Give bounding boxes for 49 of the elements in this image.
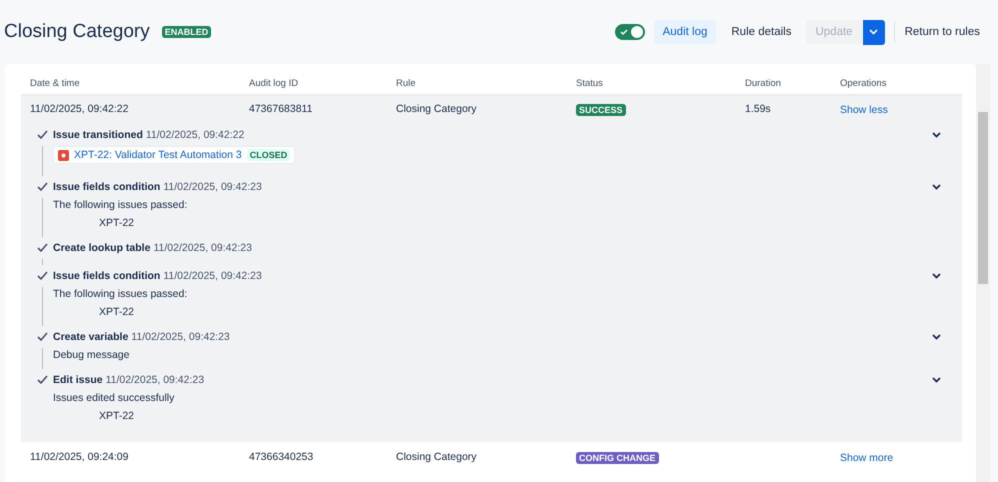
step-title: Issue fields condition	[53, 181, 160, 193]
step-title: Edit issue	[53, 374, 103, 386]
return-link[interactable]: Return to rules	[904, 26, 980, 38]
issue-key: XPT-22	[99, 216, 134, 231]
step-time: 11/02/2025, 09:42:23	[163, 270, 262, 282]
issue-key: XPT-22	[99, 305, 134, 320]
step-message: The following issues passed:	[53, 287, 188, 302]
column-header: Status	[576, 78, 604, 88]
column-header: Audit log ID	[249, 78, 300, 88]
issue-type-icon	[58, 150, 69, 160]
toggle-details-link[interactable]: Show less	[840, 104, 888, 116]
table-cell-text: Closing Category	[396, 103, 478, 115]
issue-link[interactable]: XPT-22: Validator Test Automation 3	[74, 149, 242, 161]
step-title: Issue transitioned	[53, 129, 143, 141]
table-cell-text: 47367683811	[249, 103, 314, 115]
rule-toggle[interactable]	[614, 24, 645, 40]
step-title: Create lookup table	[53, 242, 150, 254]
column-header: Duration	[745, 78, 782, 88]
step-message: The following issues passed:	[53, 198, 188, 213]
step-title: Issue fields condition	[53, 270, 160, 282]
step-time: 11/02/2025, 09:42:22	[146, 129, 244, 141]
table-cell-text: 47366340253	[249, 451, 314, 463]
step-time: 11/02/2025, 09:42:23	[153, 242, 252, 254]
step-time: 11/02/2025, 09:42:23	[163, 181, 262, 193]
step-message: Issues edited successfully	[53, 391, 174, 406]
chevron-down-icon	[869, 29, 878, 35]
step-time: 11/02/2025, 09:42:23	[131, 331, 230, 343]
tab[interactable]: Rule details	[722, 20, 800, 44]
table-cell-text: 1.59s	[745, 103, 772, 115]
status-badge: CONFIG CHANGE	[576, 452, 658, 464]
column-header: Rule	[396, 78, 417, 88]
table-cell-text: 11/02/2025, 09:24:09	[30, 451, 130, 463]
rule-title: Closing Category	[4, 21, 150, 43]
checkmark-icon	[620, 28, 628, 36]
status-badge: ENABLED	[162, 26, 212, 38]
dropdown-button[interactable]	[862, 20, 885, 44]
step-message: Debug message	[53, 348, 130, 363]
toggle-details-link[interactable]: Show more	[840, 452, 894, 464]
step-time: 11/02/2025, 09:42:23	[106, 374, 204, 386]
column-header: Operations	[840, 78, 888, 88]
table-cell-text: Closing Category	[396, 451, 478, 463]
step-title: Create variable	[53, 331, 128, 343]
issue-key: XPT-22	[99, 409, 134, 424]
column-header: Date & time	[30, 78, 81, 88]
scrollbar[interactable]	[976, 64, 990, 482]
issue-status-badge: CLOSED	[246, 149, 290, 161]
table-cell-text: 11/02/2025, 09:42:22	[30, 103, 130, 115]
tab[interactable]: Audit log	[654, 20, 716, 44]
status-badge: SUCCESS	[576, 104, 626, 116]
